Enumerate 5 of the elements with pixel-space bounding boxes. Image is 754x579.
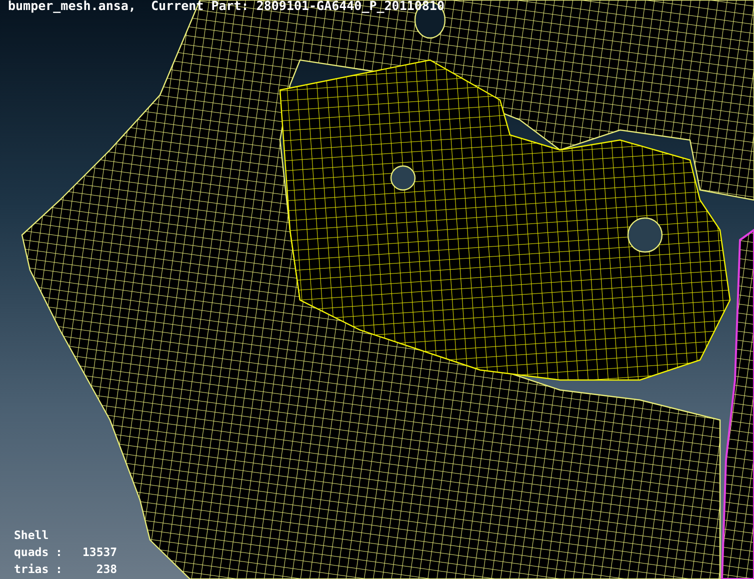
element-type-label: Shell (14, 527, 50, 544)
stat-label: trias : (14, 561, 62, 578)
stat-label: quads : (14, 544, 62, 561)
stat-value: 13537 (82, 544, 118, 561)
stat-value: 238 (95, 561, 118, 578)
